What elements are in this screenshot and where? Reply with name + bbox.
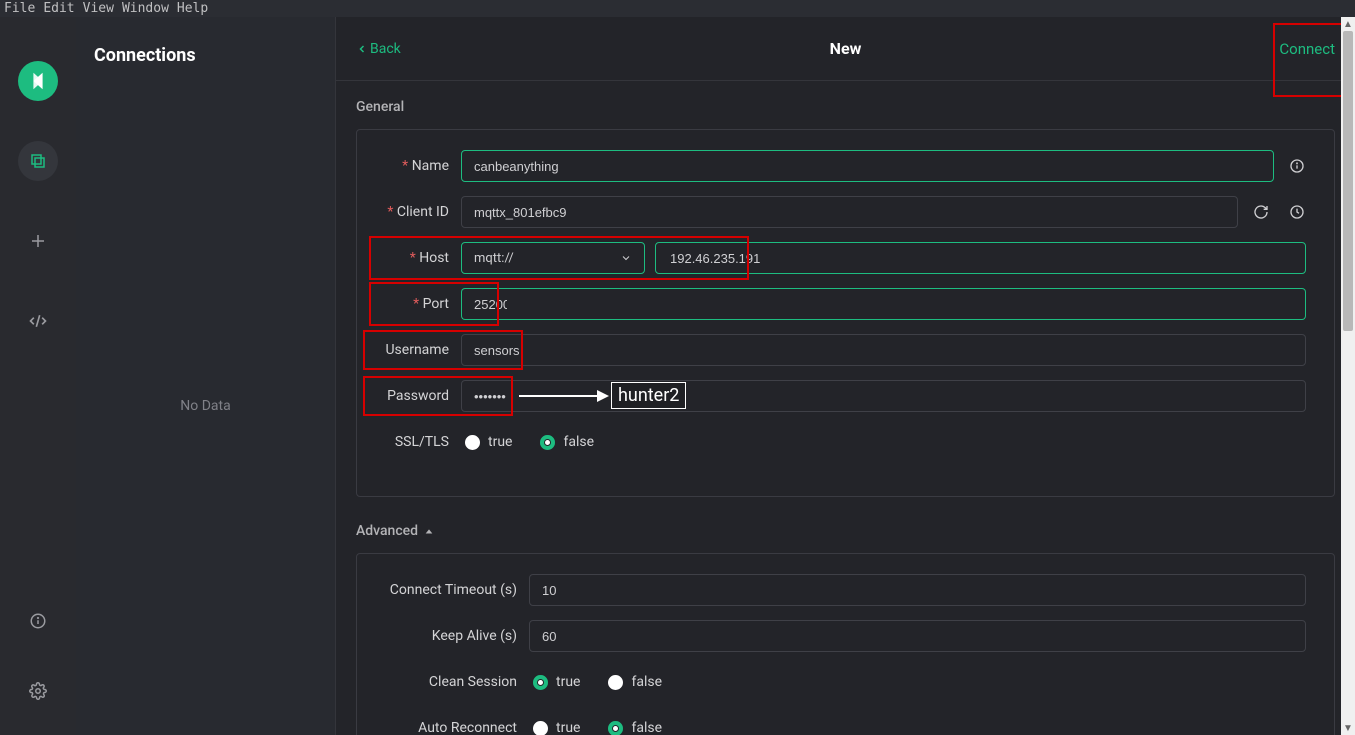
host-scheme-select[interactable]: mqtt:// (461, 242, 645, 274)
keepalive-label: Keep Alive (s) (369, 628, 529, 644)
connections-sidebar: Connections No Data (76, 17, 335, 735)
clientid-input[interactable] (461, 196, 1238, 228)
cleansession-label: Clean Session (369, 674, 529, 690)
menubar: File Edit View Window Help (0, 0, 1355, 17)
menu-edit[interactable]: Edit (43, 1, 74, 16)
chevron-down-icon (620, 252, 632, 264)
cleansession-false-radio[interactable]: false (608, 674, 662, 690)
username-label: Username (369, 342, 461, 358)
menu-window[interactable]: Window (122, 1, 169, 16)
name-input[interactable] (461, 150, 1274, 182)
autoreconnect-false-radio[interactable]: false (608, 720, 662, 735)
section-general: General (356, 99, 1335, 115)
sidebar-title: Connections (76, 17, 335, 76)
nav-settings-icon[interactable] (18, 671, 58, 711)
scroll-down-icon[interactable]: ▼ (1341, 721, 1355, 735)
annotation-text: hunter2 (611, 382, 686, 409)
autoreconnect-label: Auto Reconnect (369, 720, 529, 735)
ssl-false-radio[interactable]: false (540, 434, 594, 450)
back-button[interactable]: Back (356, 41, 401, 57)
connect-button[interactable]: Connect (1279, 40, 1335, 58)
nav-rail (0, 17, 76, 735)
port-rest (519, 288, 1306, 320)
main-panel: Back New Connect General Name (335, 17, 1355, 735)
section-advanced[interactable]: Advanced (356, 523, 1335, 539)
vertical-scrollbar[interactable]: ▲ ▼ (1341, 17, 1355, 735)
nav-info-icon[interactable] (18, 601, 58, 641)
port-input[interactable] (461, 288, 519, 320)
sidebar-empty: No Data (76, 76, 335, 735)
info-icon[interactable] (1288, 157, 1306, 175)
timeout-input[interactable] (529, 574, 1306, 606)
host-input[interactable] (655, 242, 1306, 274)
port-label: Port (369, 296, 461, 312)
clientid-label: Client ID (369, 204, 461, 220)
ssl-true-radio[interactable]: true (465, 434, 512, 450)
form-header: Back New Connect (336, 17, 1355, 81)
username-input[interactable] (461, 334, 1306, 366)
password-label: Password (369, 388, 461, 404)
menu-file[interactable]: File (4, 1, 35, 16)
form-title: New (830, 39, 862, 58)
nav-code-icon[interactable] (18, 301, 58, 341)
keepalive-input[interactable] (529, 620, 1306, 652)
cleansession-true-radio[interactable]: true (533, 674, 580, 690)
name-label: Name (369, 158, 461, 174)
annotation-arrow: hunter2 (519, 382, 686, 409)
ssl-label: SSL/TLS (369, 434, 461, 450)
collapse-up-icon (424, 526, 434, 536)
nav-add-icon[interactable] (18, 221, 58, 261)
app-logo (18, 61, 58, 101)
history-icon[interactable] (1288, 203, 1306, 221)
refresh-icon[interactable] (1252, 203, 1270, 221)
autoreconnect-true-radio[interactable]: true (533, 720, 580, 735)
menu-view[interactable]: View (83, 1, 114, 16)
scroll-up-icon[interactable]: ▲ (1341, 17, 1355, 31)
timeout-label: Connect Timeout (s) (369, 582, 529, 598)
host-label: Host (369, 250, 461, 266)
nav-connections-icon[interactable] (18, 141, 58, 181)
menu-help[interactable]: Help (177, 1, 208, 16)
